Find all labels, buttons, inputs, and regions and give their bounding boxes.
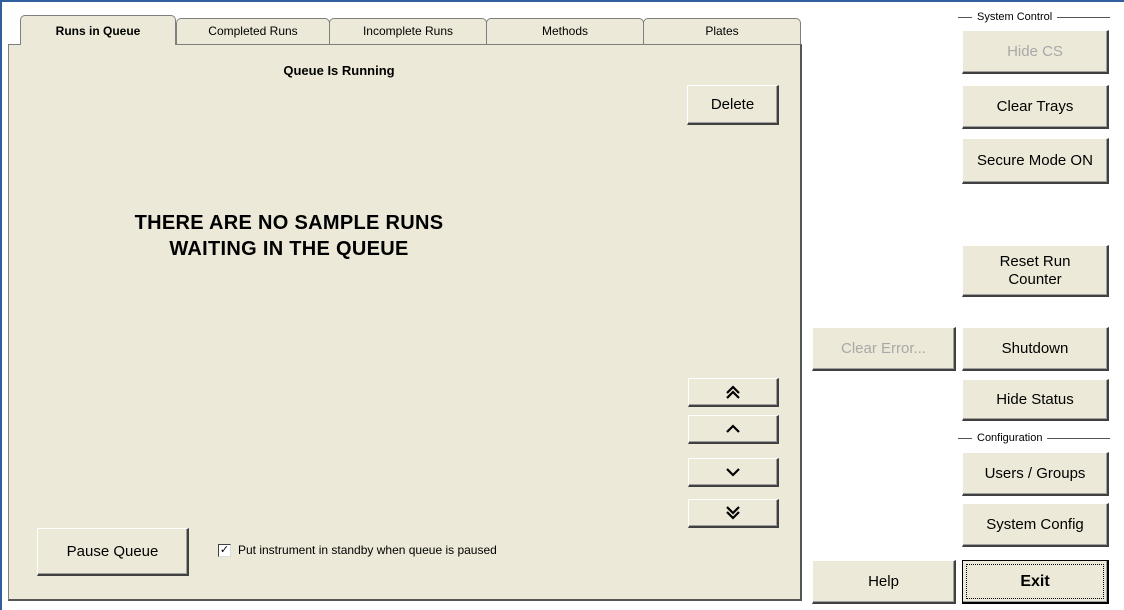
help-label: Help	[868, 572, 899, 590]
runs-in-queue-panel: Queue Is Running THERE ARE NO SAMPLE RUN…	[8, 44, 802, 601]
move-up-button[interactable]	[688, 415, 779, 444]
tab-plates[interactable]: Plates	[643, 18, 801, 44]
chevron-down-icon	[726, 468, 740, 477]
delete-button-label: Delete	[710, 95, 755, 113]
exit-focus-ring	[966, 564, 1104, 599]
system-config-label: System Config	[986, 515, 1084, 533]
clear-error-label: Clear Error...	[840, 339, 927, 357]
window-frame-left	[0, 0, 2, 610]
standby-checkbox-row[interactable]: ✓ Put instrument in standby when queue i…	[218, 543, 497, 557]
tab-completed-runs[interactable]: Completed Runs	[176, 18, 330, 44]
double-chevron-up-icon	[726, 385, 740, 399]
queue-status-label: Queue Is Running	[283, 63, 395, 78]
clear-trays-label: Clear Trays	[996, 97, 1074, 115]
tab-runs-in-queue[interactable]: Runs in Queue	[20, 15, 176, 45]
exit-button[interactable]: Exit	[962, 560, 1109, 604]
system-config-button[interactable]: System Config	[962, 503, 1109, 547]
move-to-bottom-button[interactable]	[688, 499, 779, 528]
tab-methods[interactable]: Methods	[486, 18, 644, 44]
secure-mode-button[interactable]: Secure Mode ON	[962, 138, 1109, 184]
system-control-header: System Control	[958, 11, 1110, 23]
users-groups-button[interactable]: Users / Groups	[962, 452, 1109, 496]
move-to-top-button[interactable]	[688, 378, 779, 407]
configuration-header: Configuration	[958, 432, 1110, 444]
shutdown-button[interactable]: Shutdown	[962, 327, 1109, 371]
tab-incomplete-runs[interactable]: Incomplete Runs	[329, 18, 487, 44]
standby-checkbox-label: Put instrument in standby when queue is …	[238, 543, 497, 557]
clear-trays-button[interactable]: Clear Trays	[962, 85, 1109, 129]
users-groups-label: Users / Groups	[984, 464, 1086, 482]
hide-status-button[interactable]: Hide Status	[962, 379, 1109, 421]
clear-error-button[interactable]: Clear Error...	[812, 327, 956, 371]
help-button[interactable]: Help	[812, 560, 956, 604]
hide-status-label: Hide Status	[996, 390, 1074, 408]
delete-button[interactable]: Delete	[687, 85, 779, 125]
reset-run-counter-label: Reset Run Counter	[999, 252, 1071, 288]
window-frame-top	[0, 0, 1124, 2]
standby-checkbox[interactable]: ✓	[218, 543, 231, 557]
hide-cs-button[interactable]: Hide CS	[962, 30, 1109, 74]
shutdown-label: Shutdown	[1001, 339, 1069, 357]
chevron-up-icon	[726, 424, 740, 433]
secure-mode-label: Secure Mode ON	[977, 151, 1093, 169]
empty-queue-message: THERE ARE NO SAMPLE RUNS WAITING IN THE …	[134, 212, 444, 260]
pause-queue-label: Pause Queue	[66, 542, 159, 560]
hide-cs-label: Hide CS	[1007, 42, 1063, 60]
configuration-header-label: Configuration	[977, 432, 1043, 444]
system-control-header-label: System Control	[977, 11, 1053, 23]
double-chevron-down-icon	[726, 506, 740, 520]
pause-queue-button[interactable]: Pause Queue	[37, 528, 189, 576]
reset-run-counter-button[interactable]: Reset Run Counter	[962, 245, 1109, 297]
move-down-button[interactable]	[688, 458, 779, 487]
